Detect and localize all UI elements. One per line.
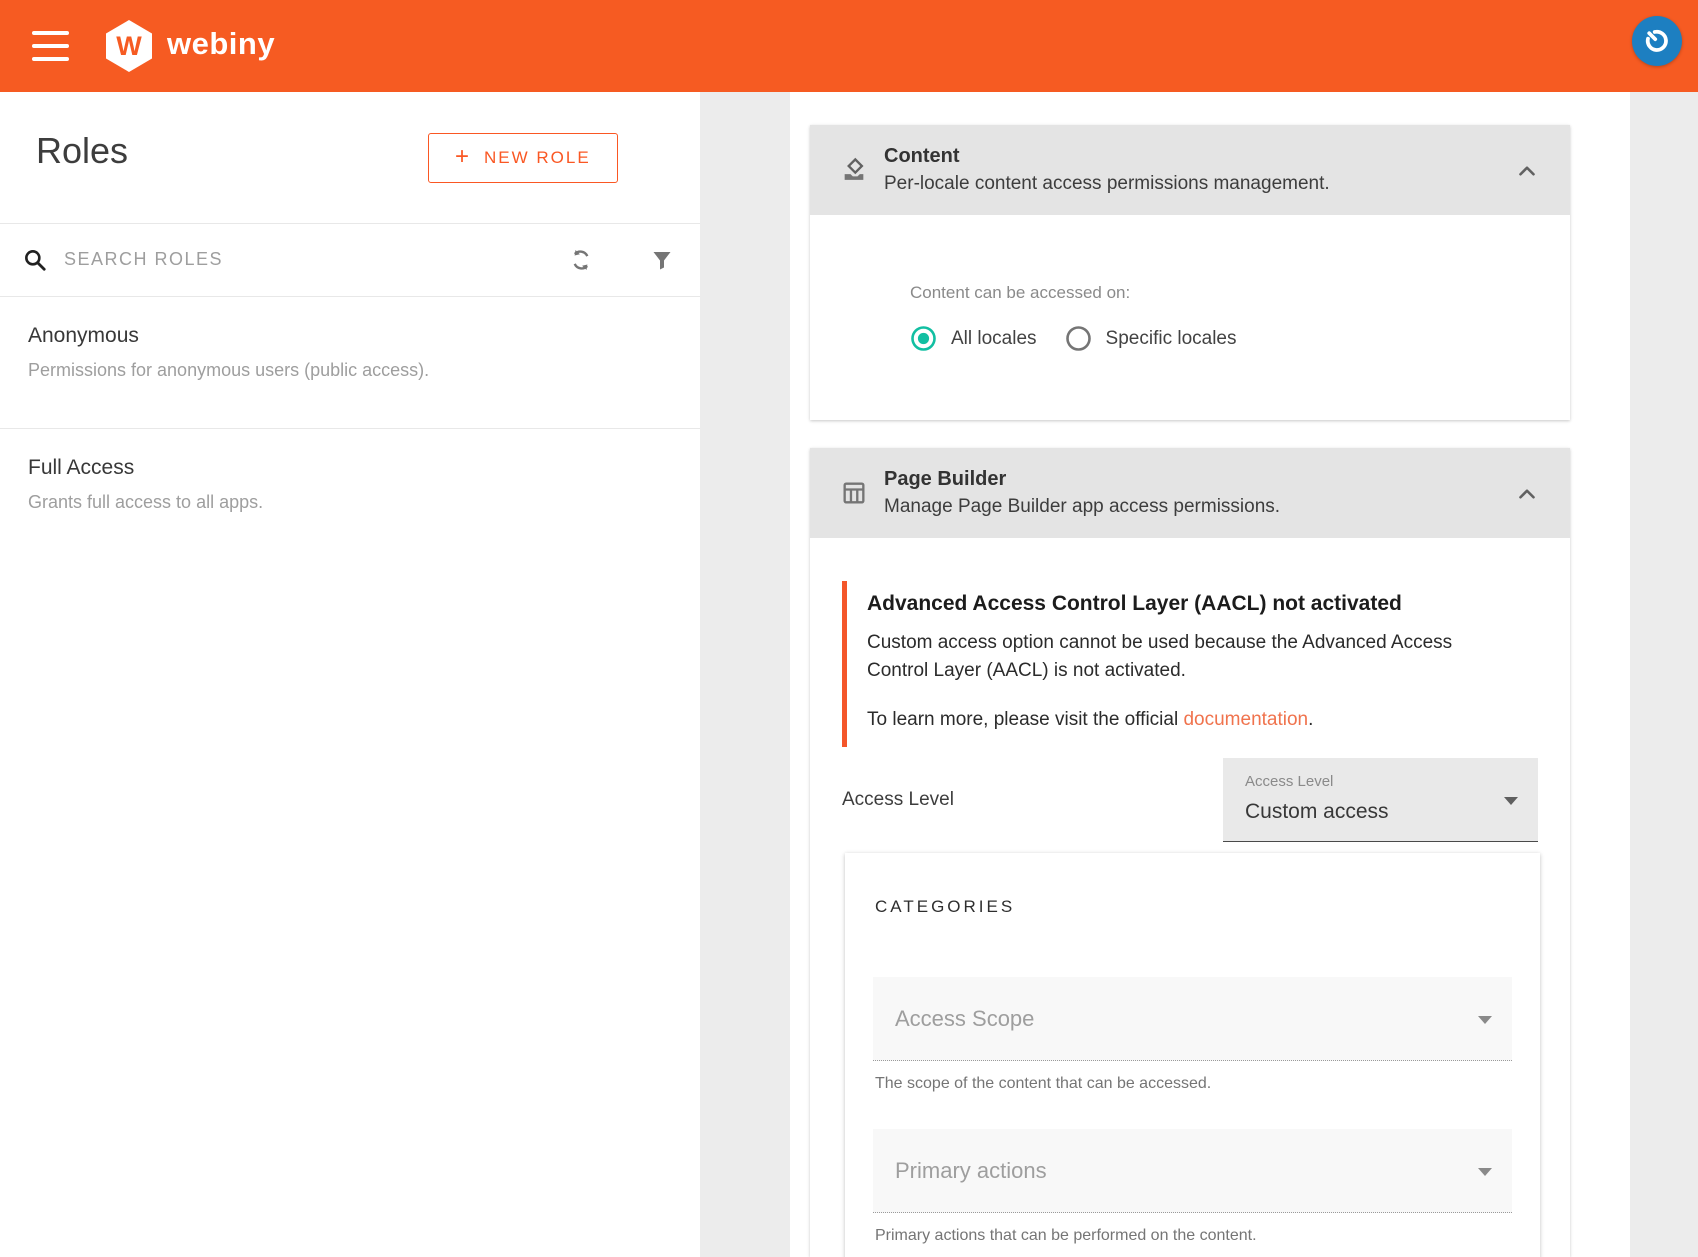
content-subtitle: Per-locale content access permissions ma… xyxy=(884,173,1330,195)
aacl-warning-body: Custom access option cannot be used beca… xyxy=(867,629,1497,685)
aacl-warning: Advanced Access Control Layer (AACL) not… xyxy=(842,581,1490,747)
search-bar xyxy=(0,223,700,296)
page-title: Roles xyxy=(36,130,128,172)
access-scope-helper: The scope of the content that can be acc… xyxy=(875,1075,1512,1093)
page-builder-accordion-header[interactable]: Page Builder Manage Page Builder app acc… xyxy=(810,448,1570,538)
radio-specific-locales[interactable]: Specific locales xyxy=(1065,325,1237,352)
brand-text: webiny xyxy=(167,26,275,66)
radio-selected-icon xyxy=(910,325,937,352)
access-level-select[interactable]: Access Level Custom access xyxy=(1223,758,1538,842)
content-title: Content xyxy=(884,145,1330,168)
logo-letter: W xyxy=(116,31,141,62)
page-builder-section: Page Builder Manage Page Builder app acc… xyxy=(810,448,1570,1257)
plus-icon: + xyxy=(455,143,471,171)
dropdown-arrow-icon xyxy=(1478,1016,1492,1024)
radio-label[interactable]: All locales xyxy=(951,328,1037,350)
permissions-panel: Content Per-locale content access permis… xyxy=(790,92,1630,1257)
role-name: Anonymous xyxy=(28,324,139,348)
search-input[interactable] xyxy=(64,249,404,270)
cta-suffix: . xyxy=(1308,709,1313,730)
aacl-warning-title: Advanced Access Control Layer (AACL) not… xyxy=(867,592,1490,616)
aacl-warning-cta: To learn more, please visit the official… xyxy=(867,709,1490,731)
role-description: Permissions for anonymous users (public … xyxy=(28,360,429,381)
access-level-row: Access Level Access Level Custom access xyxy=(842,758,1538,842)
content-header-text: Content Per-locale content access permis… xyxy=(884,145,1330,195)
page-builder-header-text: Page Builder Manage Page Builder app acc… xyxy=(884,468,1280,518)
power-icon xyxy=(1642,26,1672,56)
select-floating-label: Access Level xyxy=(1245,773,1333,790)
avatar[interactable] xyxy=(1632,16,1682,66)
page-builder-subtitle: Manage Page Builder app access permissio… xyxy=(884,496,1280,518)
access-level-label: Access Level xyxy=(842,789,954,811)
categories-heading: CATEGORIES xyxy=(875,897,1512,917)
chevron-up-icon[interactable] xyxy=(1514,158,1540,184)
app-header: W webiny xyxy=(0,0,1698,92)
page-builder-title: Page Builder xyxy=(884,468,1280,491)
search-actions xyxy=(568,223,674,296)
menu-icon[interactable] xyxy=(32,31,69,61)
search-icon xyxy=(22,247,48,273)
radio-label[interactable]: Specific locales xyxy=(1106,328,1237,350)
chevron-up-icon[interactable] xyxy=(1514,481,1540,507)
primary-actions-helper: Primary actions that can be performed on… xyxy=(875,1227,1512,1245)
content-vote-icon xyxy=(840,156,868,184)
role-list-item-anonymous[interactable]: Anonymous Permissions for anonymous user… xyxy=(0,296,700,428)
content-accordion-header[interactable]: Content Per-locale content access permis… xyxy=(810,125,1570,215)
role-name: Full Access xyxy=(28,456,134,480)
role-list-item-full-access[interactable]: Full Access Grants full access to all ap… xyxy=(0,428,700,560)
content-section: Content Per-locale content access permis… xyxy=(810,125,1570,420)
access-scope-select[interactable]: Access Scope xyxy=(873,977,1512,1061)
locales-radio-group: Content can be accessed on: All locales xyxy=(910,283,1237,352)
cta-prefix: To learn more, please visit the official xyxy=(867,709,1183,730)
refresh-icon[interactable] xyxy=(568,247,594,273)
locales-question: Content can be accessed on: xyxy=(910,283,1237,303)
role-description: Grants full access to all apps. xyxy=(28,492,263,513)
categories-card: CATEGORIES Access Scope The scope of the… xyxy=(845,853,1540,1257)
new-role-button[interactable]: + NEW ROLE xyxy=(428,133,618,183)
dropdown-arrow-icon xyxy=(1504,797,1518,805)
primary-actions-select[interactable]: Primary actions xyxy=(873,1129,1512,1213)
page-builder-table-icon xyxy=(840,479,868,507)
dropdown-arrow-icon xyxy=(1478,1168,1492,1176)
screen: W webiny Roles + NEW ROLE xyxy=(0,0,1698,1257)
select-value: Custom access xyxy=(1245,800,1389,824)
radio-all-locales[interactable]: All locales xyxy=(910,325,1037,352)
webiny-logo[interactable]: W webiny xyxy=(106,19,275,73)
select-placeholder: Access Scope xyxy=(895,1006,1034,1032)
new-role-label: NEW ROLE xyxy=(484,148,591,168)
radio-unselected-icon xyxy=(1065,325,1092,352)
documentation-link[interactable]: documentation xyxy=(1183,709,1308,730)
logo-hexagon: W xyxy=(106,20,152,72)
filter-icon[interactable] xyxy=(650,248,674,272)
select-placeholder: Primary actions xyxy=(895,1158,1047,1184)
roles-panel: Roles + NEW ROLE xyxy=(0,92,700,1257)
